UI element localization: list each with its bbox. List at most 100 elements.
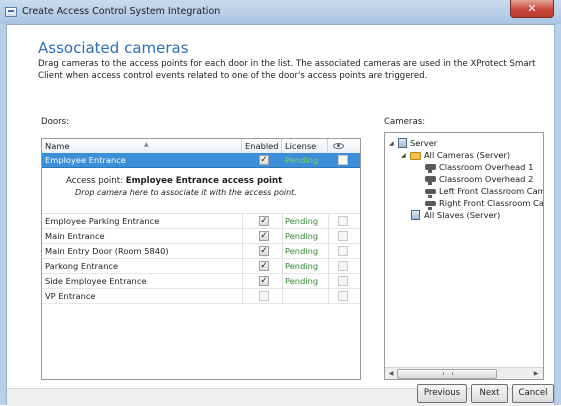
- tree-node-label: Classroom Overhead 2: [439, 174, 534, 184]
- visibility-checkbox[interactable]: [338, 155, 348, 165]
- access-point-title: Access point: Employee Entrance access p…: [66, 176, 282, 186]
- column-header-enabled[interactable]: Enabled: [242, 139, 282, 153]
- camera-icon: [425, 189, 436, 198]
- window-title: Create Access Control System Integration: [22, 6, 221, 17]
- access-point-prefix: Access point:: [66, 176, 123, 186]
- visibility-checkbox[interactable]: [338, 261, 348, 271]
- eye-icon: [333, 143, 344, 149]
- enabled-checkbox[interactable]: ✓: [259, 246, 269, 256]
- grid-line: [328, 214, 329, 229]
- doors-label: Doors:: [41, 117, 70, 127]
- close-button[interactable]: ✕: [510, 0, 554, 18]
- grid-line: [282, 244, 283, 259]
- tree-node-label: Classroom Overhead 1: [439, 162, 534, 172]
- cameras-label: Cameras:: [384, 117, 426, 127]
- next-button[interactable]: Next: [471, 384, 508, 403]
- enabled-checkbox[interactable]: ✓: [259, 231, 269, 241]
- folder-icon: [410, 152, 421, 160]
- column-header-license[interactable]: License: [282, 139, 328, 153]
- column-header-name-label: Name: [45, 141, 70, 151]
- license-status: Pending: [285, 155, 319, 165]
- license-status: Pending: [285, 231, 319, 241]
- cancel-button[interactable]: Cancel: [512, 384, 554, 403]
- grid-line: [282, 289, 283, 304]
- grid-line: [242, 229, 243, 244]
- scroll-left-icon[interactable]: ◀: [386, 369, 396, 379]
- cameras-tree: ◢ Server ◢ All Cameras (Server) Classroo…: [384, 132, 544, 380]
- enabled-checkbox[interactable]: ✓: [259, 261, 269, 271]
- grid-line: [282, 259, 283, 274]
- sort-arrow-icon: ▲: [144, 141, 149, 148]
- ptz-camera-icon: [425, 176, 436, 185]
- table-row[interactable]: VP Entrance: [42, 289, 360, 304]
- door-name: Employee Parking Entrance: [45, 216, 160, 226]
- table-header: Name ▲ Enabled License: [42, 139, 360, 154]
- table-row[interactable]: Side Employee Entrance ✓ Pending: [42, 274, 360, 289]
- column-header-visibility[interactable]: [328, 139, 360, 153]
- license-status: Pending: [285, 216, 319, 226]
- door-name: Main Entrance: [45, 231, 105, 241]
- page-title: Associated cameras: [38, 39, 189, 57]
- visibility-checkbox[interactable]: [338, 246, 348, 256]
- scroll-right-icon[interactable]: ▶: [531, 369, 541, 379]
- visibility-checkbox[interactable]: [338, 231, 348, 241]
- tree-node-label: Right Front Classroom Camera: [439, 198, 544, 208]
- grid-line: [242, 244, 243, 259]
- grid-line: [242, 274, 243, 289]
- grid-line: [328, 289, 329, 304]
- enabled-checkbox[interactable]: [259, 291, 269, 301]
- table-row[interactable]: Parkong Entrance ✓ Pending: [42, 259, 360, 274]
- grid-line: [242, 214, 243, 229]
- enabled-checkbox[interactable]: ✓: [259, 155, 269, 165]
- expand-arrow-icon[interactable]: ◢: [401, 150, 406, 161]
- grid-line: [282, 274, 283, 289]
- ptz-camera-icon: [425, 164, 436, 173]
- window-icon: [5, 7, 17, 17]
- visibility-checkbox[interactable]: [338, 276, 348, 286]
- grid-line: [328, 244, 329, 259]
- table-row[interactable]: Employee Parking Entrance ✓ Pending: [42, 214, 360, 229]
- door-name: VP Entrance: [45, 291, 96, 301]
- grid-line: [282, 214, 283, 229]
- doors-table: Name ▲ Enabled License Employee Entrance…: [41, 138, 361, 380]
- access-point-name: Employee Entrance access point: [125, 176, 283, 186]
- window-frame-right: [554, 24, 561, 405]
- expand-arrow-icon[interactable]: ◢: [389, 138, 394, 149]
- tree-node-label: Server: [410, 138, 438, 148]
- server-icon: [398, 138, 407, 148]
- grid-line: [328, 274, 329, 289]
- camera-icon: [425, 201, 436, 210]
- tree-node-label: Left Front Classroom Camera: [439, 186, 544, 196]
- camera-drop-zone[interactable]: Drop camera here to associate it with th…: [75, 188, 297, 197]
- scrollbar-thumb[interactable]: [397, 369, 497, 379]
- page-description: Drag cameras to the access points for ea…: [38, 59, 536, 81]
- title-bar: Create Access Control System Integration…: [0, 0, 561, 25]
- visibility-checkbox[interactable]: [338, 216, 348, 226]
- enabled-checkbox[interactable]: ✓: [259, 216, 269, 226]
- server-group-icon: [411, 210, 420, 220]
- grid-line: [242, 289, 243, 304]
- table-row[interactable]: Main Entry Door (Room 5840) ✓ Pending: [42, 244, 360, 259]
- window-frame-left: [0, 24, 7, 405]
- door-name: Side Employee Entrance: [45, 276, 147, 286]
- license-status: Pending: [285, 246, 319, 256]
- scroll-grip-icon: [443, 372, 453, 375]
- horizontal-scrollbar[interactable]: ◀ ▶: [385, 367, 543, 379]
- tree-node-label: All Slaves (Server): [424, 210, 501, 220]
- grid-line: [242, 259, 243, 274]
- table-row[interactable]: Main Entrance ✓ Pending: [42, 229, 360, 244]
- access-point-panel: Access point: Employee Entrance access p…: [42, 168, 360, 214]
- enabled-checkbox[interactable]: ✓: [259, 276, 269, 286]
- door-name: Parkong Entrance: [45, 261, 119, 271]
- grid-line: [328, 229, 329, 244]
- grid-line: [282, 229, 283, 244]
- tree-node-label: All Cameras (Server): [424, 150, 511, 160]
- license-status: [285, 289, 325, 303]
- license-status: Pending: [285, 261, 319, 271]
- column-header-name[interactable]: Name ▲: [42, 139, 242, 153]
- previous-button[interactable]: Previous: [417, 384, 467, 403]
- visibility-checkbox[interactable]: [338, 291, 348, 301]
- table-row[interactable]: Employee Entrance ✓ Pending: [42, 153, 360, 168]
- license-status: Pending: [285, 276, 319, 286]
- door-name: Main Entry Door (Room 5840): [45, 246, 169, 256]
